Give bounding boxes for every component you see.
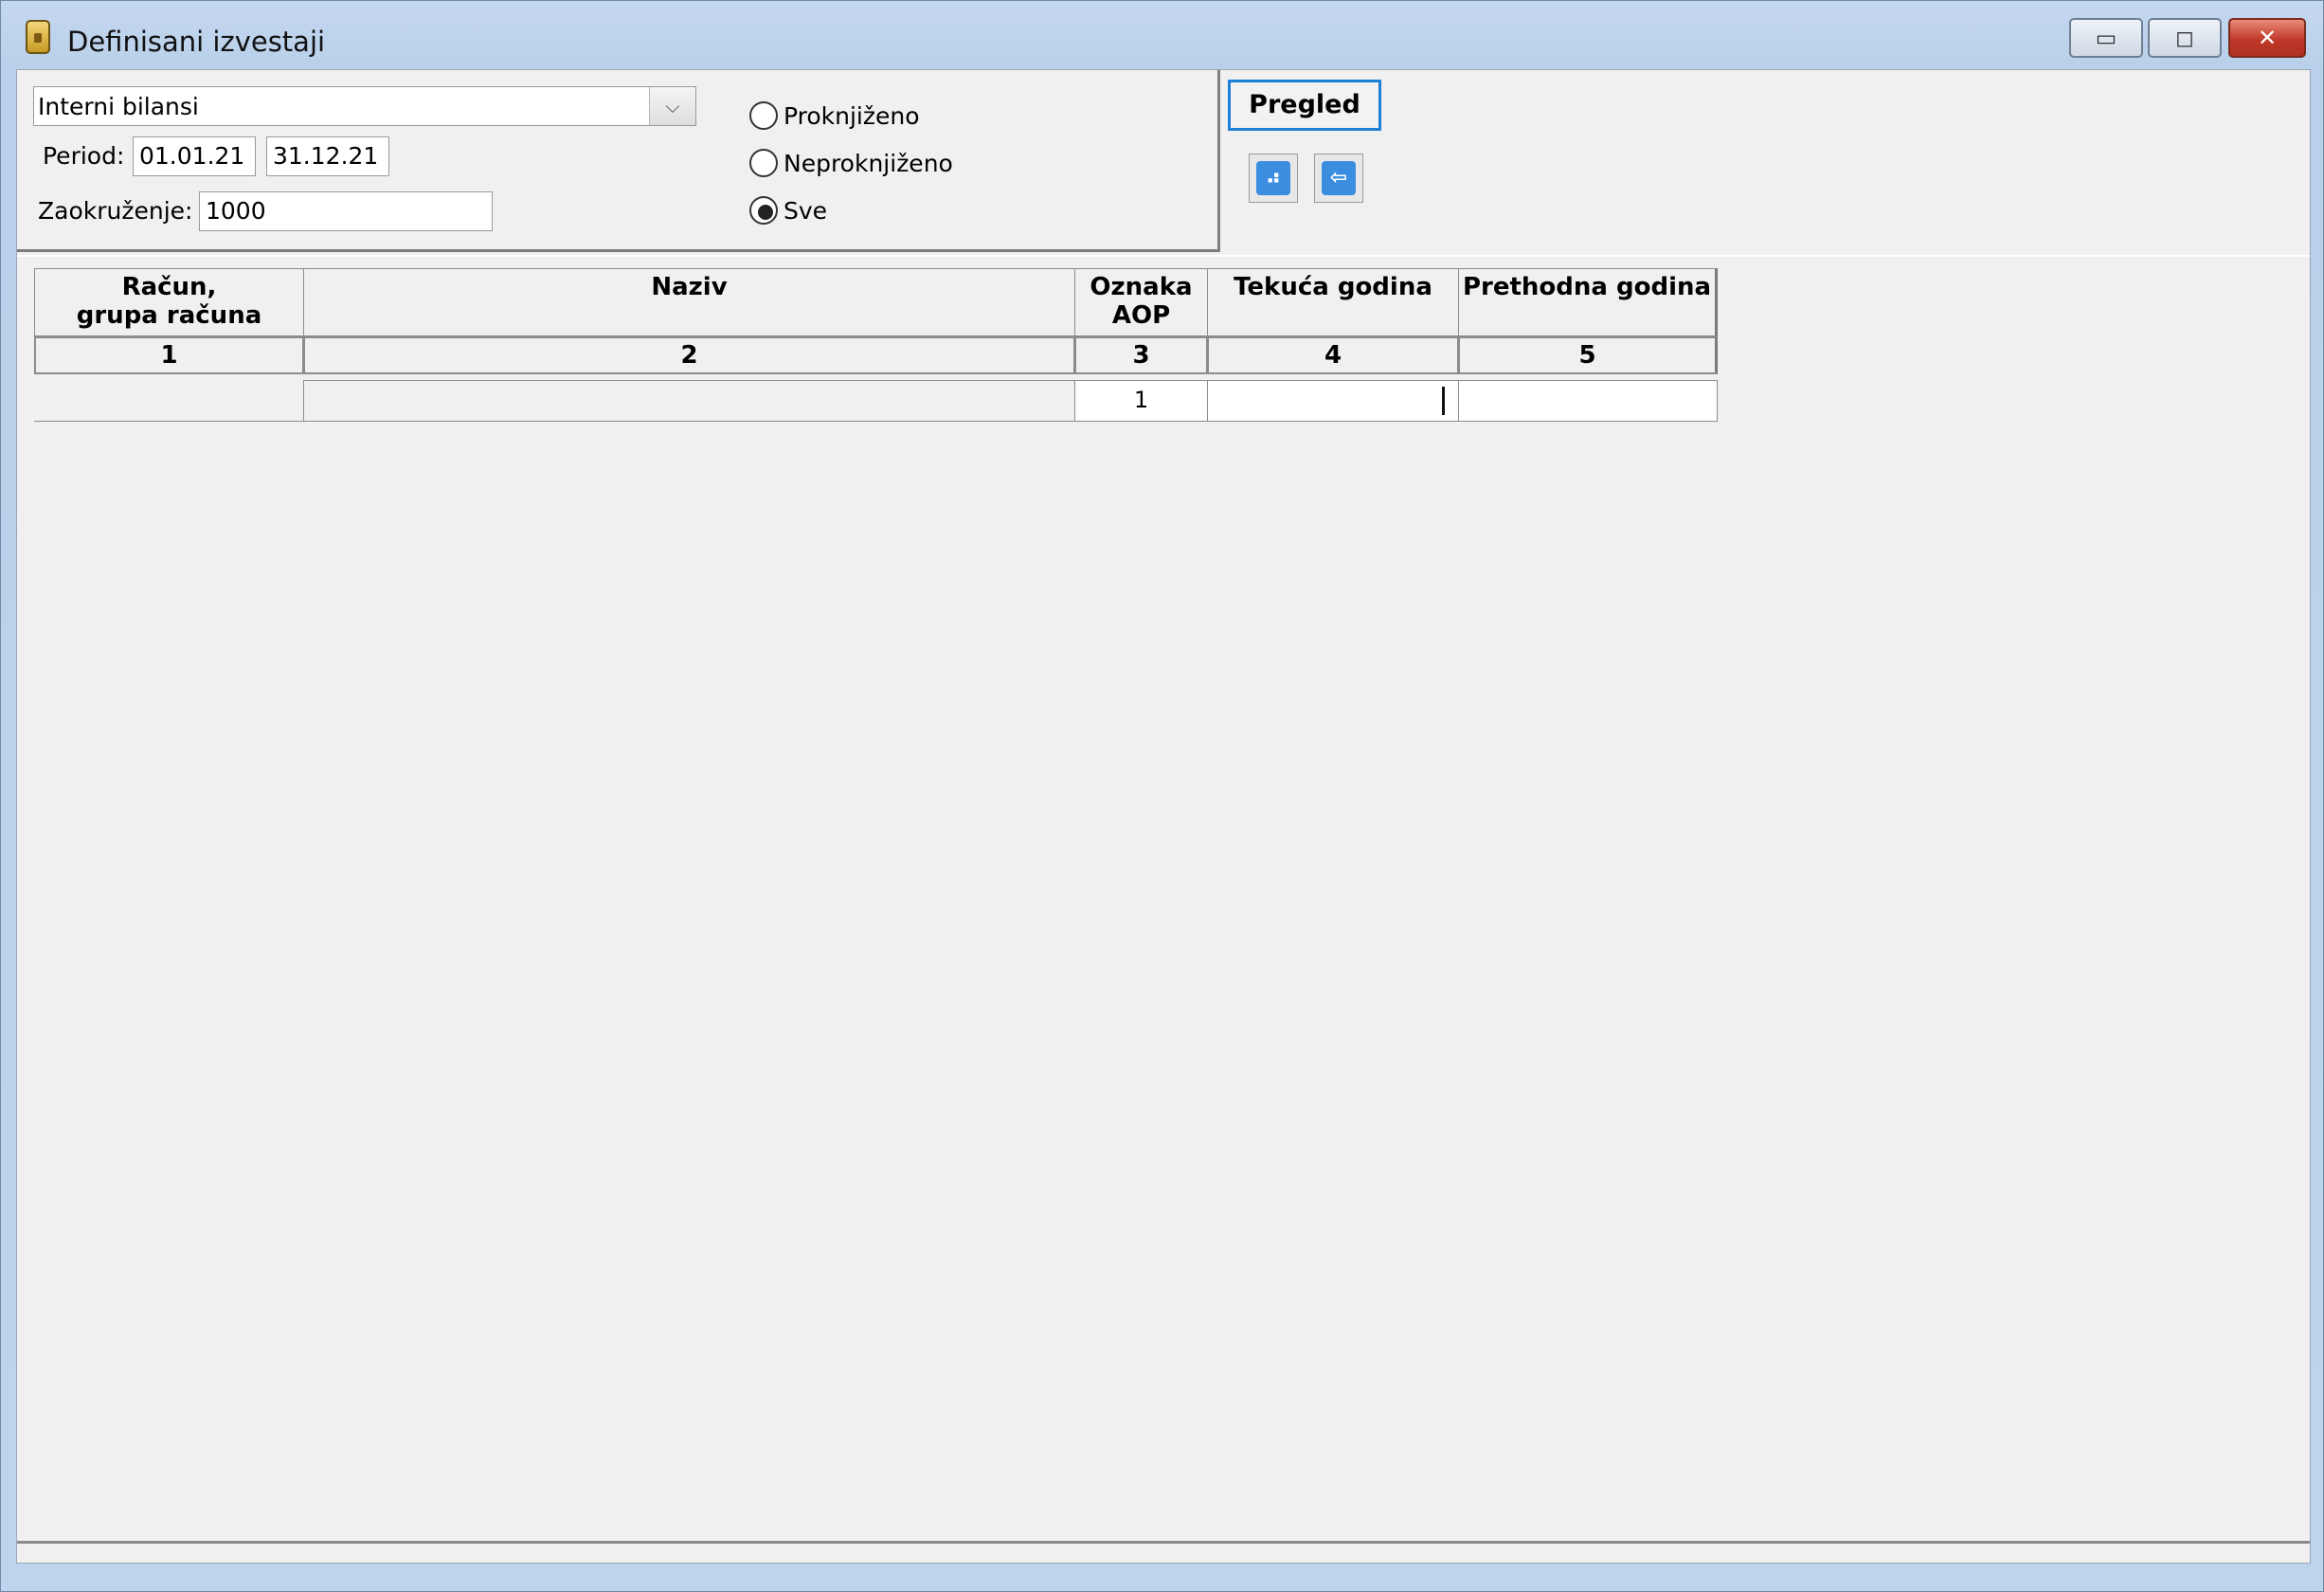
radio-all-dot xyxy=(758,205,773,220)
client-area: Interni bilansi ⌵ Period: 01.01.21 31.12… xyxy=(16,69,2311,1564)
column-number-4: 4 xyxy=(1207,336,1459,374)
chevron-down-icon[interactable]: ⌵ xyxy=(649,87,695,125)
app-icon xyxy=(26,20,50,54)
table-row-current-year[interactable] xyxy=(1207,380,1459,422)
report-grid: Račun, grupa računa Naziv Oznaka AOP Tek… xyxy=(17,255,2310,1544)
table-row-previous-year[interactable] xyxy=(1458,380,1718,422)
window-title: Definisani izvestaji xyxy=(67,26,326,58)
header-previous-year: Prethodna godina xyxy=(1458,268,1718,336)
period-to-input[interactable]: 31.12.21 xyxy=(266,136,389,176)
radio-posted-circle xyxy=(749,101,778,130)
radio-unposted-label: Neproknjiženo xyxy=(784,150,953,177)
exit-button[interactable]: ⇦ xyxy=(1314,154,1363,203)
period-label: Period: xyxy=(43,142,125,170)
column-number-2: 2 xyxy=(303,336,1075,374)
radio-all-label: Sve xyxy=(784,197,828,225)
rounding-label: Zaokruženje: xyxy=(38,197,193,225)
header-previous-year-line1: Prethodna godina xyxy=(1462,273,1712,301)
header-account-line2: grupa računa xyxy=(76,301,262,330)
preview-button[interactable]: Pregled xyxy=(1228,80,1381,131)
table-row-name[interactable] xyxy=(303,380,1075,422)
report-select[interactable]: Interni bilansi ⌵ xyxy=(33,86,696,126)
text-cursor xyxy=(1442,387,1445,415)
chart-button[interactable]: ⠴ xyxy=(1249,154,1298,203)
rounding-input[interactable]: 1000 xyxy=(199,191,493,231)
table-row-aop[interactable]: 1 xyxy=(1074,380,1208,422)
radio-unposted-circle xyxy=(749,149,778,177)
header-aop-line1: Oznaka xyxy=(1090,273,1193,301)
title-bar: Definisani izvestaji ▭ ◻ ✕ xyxy=(1,1,2324,69)
radio-all-circle xyxy=(749,196,778,225)
minimize-button[interactable]: ▭ xyxy=(2069,18,2143,58)
table-row-account[interactable] xyxy=(34,380,304,422)
header-current-year-line1: Tekuća godina xyxy=(1234,273,1432,301)
close-button[interactable]: ✕ xyxy=(2228,18,2306,58)
report-select-value: Interni bilansi xyxy=(38,93,199,120)
header-account: Račun, grupa računa xyxy=(34,268,304,336)
column-number-5: 5 xyxy=(1458,336,1718,374)
header-name-line1: Naziv xyxy=(651,273,728,301)
period-from-input[interactable]: 01.01.21 xyxy=(133,136,256,176)
column-number-3: 3 xyxy=(1074,336,1208,374)
maximize-button[interactable]: ◻ xyxy=(2148,18,2222,58)
header-account-line1: Račun, xyxy=(121,273,217,301)
filter-panel: Interni bilansi ⌵ Period: 01.01.21 31.12… xyxy=(17,70,1220,252)
report-window: Definisani izvestaji ▭ ◻ ✕ Interni bilan… xyxy=(0,0,2324,1592)
header-current-year: Tekuća godina xyxy=(1207,268,1459,336)
column-number-1: 1 xyxy=(34,336,304,374)
chart-icon: ⠴ xyxy=(1256,161,1290,195)
header-aop-line2: AOP xyxy=(1111,301,1171,330)
radio-posted-label: Proknjiženo xyxy=(784,102,920,130)
exit-icon: ⇦ xyxy=(1322,161,1356,195)
header-aop: Oznaka AOP xyxy=(1074,268,1208,336)
header-name: Naziv xyxy=(303,268,1075,336)
